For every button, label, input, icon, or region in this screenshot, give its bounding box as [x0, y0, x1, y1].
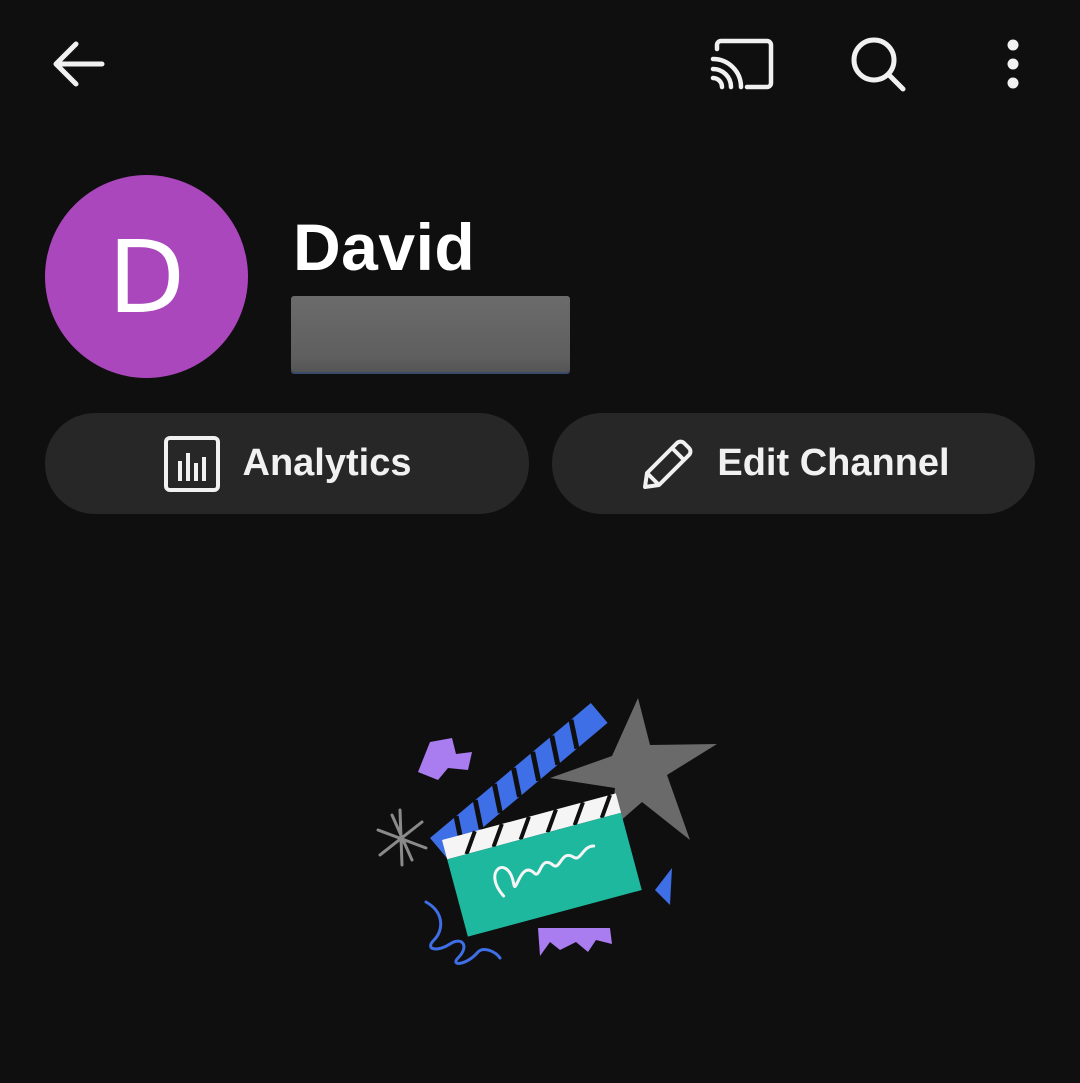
cast-button[interactable] [702, 30, 782, 98]
more-vert-icon [1007, 39, 1019, 89]
search-button[interactable] [840, 28, 916, 100]
edit-channel-label: Edit Channel [717, 442, 950, 484]
back-button[interactable] [40, 28, 116, 100]
avatar-initial: D [107, 218, 185, 336]
arrow-back-icon [53, 41, 105, 87]
channel-name: David [293, 210, 476, 284]
analytics-button[interactable]: Analytics [45, 413, 529, 514]
search-icon [851, 37, 906, 92]
empty-channel-illustration [360, 690, 730, 980]
pencil-icon [637, 435, 695, 493]
more-options-button[interactable] [980, 28, 1046, 100]
edit-channel-button[interactable]: Edit Channel [552, 413, 1035, 514]
cast-icon [710, 38, 774, 90]
analytics-icon [163, 435, 221, 493]
analytics-label: Analytics [242, 442, 412, 484]
top-app-bar [0, 0, 1080, 130]
redacted-handle [291, 296, 570, 372]
avatar[interactable]: D [45, 175, 248, 378]
